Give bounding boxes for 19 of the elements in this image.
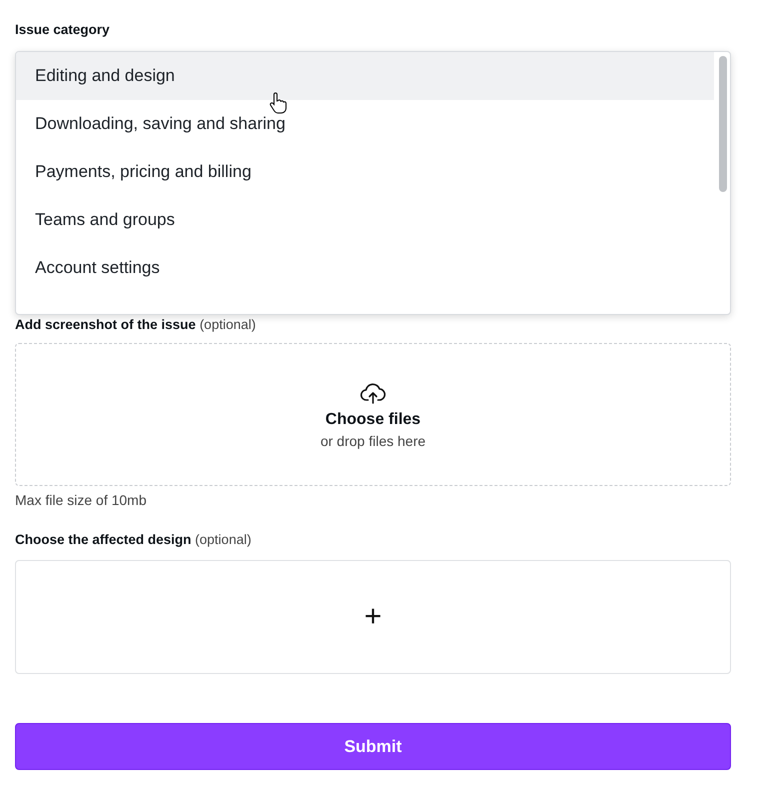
scrollbar[interactable]	[719, 56, 727, 192]
field-label: Add screenshot of the issue	[15, 317, 196, 332]
optional-label: (optional)	[200, 317, 256, 332]
optional-label: (optional)	[195, 532, 252, 547]
cloud-upload-icon	[360, 380, 386, 404]
file-size-note: Max file size of 10mb	[15, 492, 148, 508]
submit-button[interactable]: Submit	[15, 723, 731, 770]
choose-files-button[interactable]: Choose files	[325, 410, 421, 428]
dropdown-option[interactable]: Payments, pricing and billing	[16, 148, 714, 196]
field-label: Issue category	[15, 22, 110, 37]
dropdown-option[interactable]: Account settings	[16, 244, 714, 292]
field-label: Choose the affected design	[15, 532, 192, 547]
dropdown-option[interactable]: Downloading, saving and sharing	[16, 100, 714, 148]
add-design-button[interactable]: +	[364, 602, 382, 632]
hand-cursor-icon	[269, 92, 287, 114]
file-drop-zone[interactable]: Choose files or drop files here	[15, 343, 731, 486]
dropdown-option[interactable]: Teams and groups	[16, 196, 714, 244]
drop-hint: or drop files here	[320, 432, 426, 448]
dropdown-option[interactable]: Editing and design	[16, 52, 714, 100]
